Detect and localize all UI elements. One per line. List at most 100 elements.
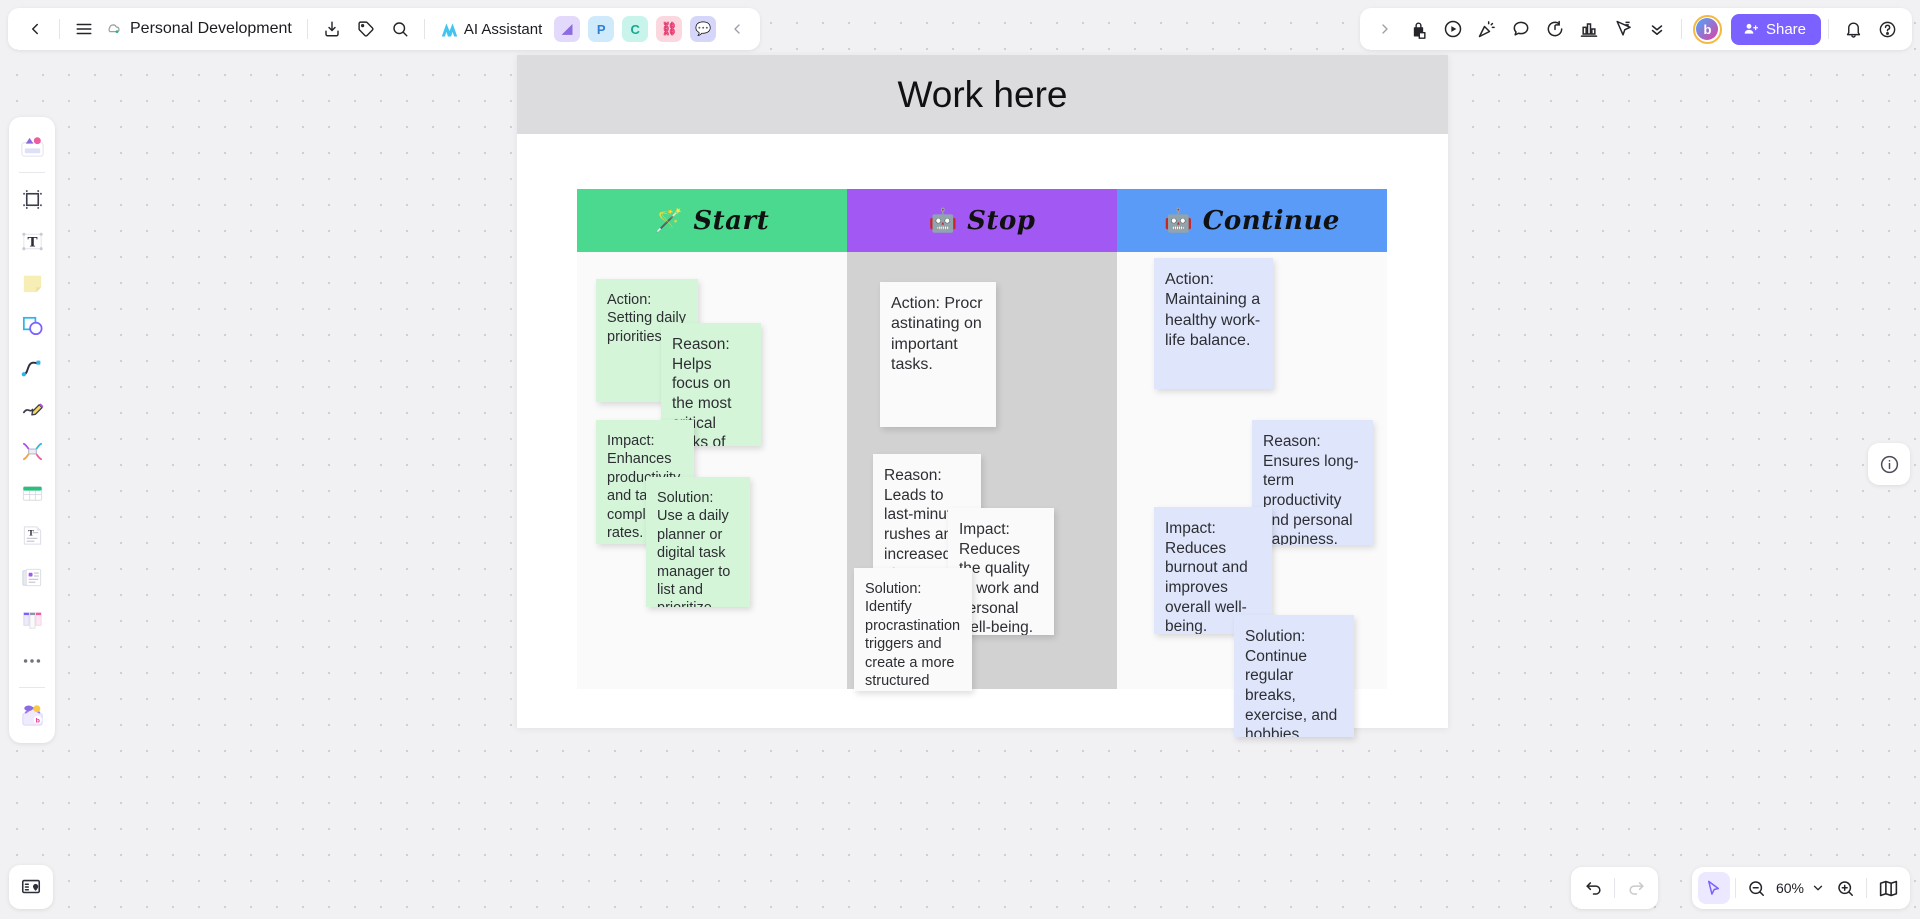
info-circle-button[interactable] — [1868, 443, 1910, 485]
play-circle-icon[interactable] — [1436, 12, 1470, 46]
left-tool-rail: T T b — [9, 117, 55, 743]
avatar-initial: b — [1696, 18, 1719, 40]
avatar[interactable]: b — [1692, 14, 1722, 44]
zoom-dropdown-button[interactable] — [1807, 872, 1829, 904]
sticky-note[interactable]: Solution: Identify procrastination trigg… — [854, 568, 972, 691]
pen-draw-icon[interactable] — [13, 389, 51, 429]
robot-face-emoji: 🤖 — [1164, 207, 1193, 233]
collapse-toolbar-button[interactable] — [720, 12, 754, 46]
undo-redo-group — [1571, 867, 1658, 909]
divider — [1866, 878, 1867, 898]
robot-dizzy-emoji: 🤖 — [928, 207, 958, 233]
column-header-start: 🪄 Start — [577, 189, 847, 252]
magic-wand-emoji: 🪄 — [654, 207, 684, 233]
ai-assistant-button[interactable]: AI Assistant — [432, 12, 550, 46]
cursor-flag-icon[interactable] — [1606, 12, 1640, 46]
templates-icon[interactable] — [13, 126, 51, 166]
share-person-icon — [1743, 21, 1759, 37]
kanban-icon[interactable] — [13, 599, 51, 639]
chevron-double-down-icon[interactable] — [1640, 12, 1674, 46]
column-header-stop: 🤖 Stop — [847, 189, 1117, 252]
zoom-level-label[interactable]: 60% — [1773, 880, 1807, 896]
shapes-icon[interactable] — [13, 305, 51, 345]
zoom-in-button[interactable] — [1829, 872, 1861, 904]
divider — [59, 19, 60, 39]
board-grid: 🪄 Start Action: Setting daily priorities. R… — [577, 189, 1387, 737]
presentation-applet[interactable]: P — [588, 16, 615, 42]
divider — [1828, 19, 1829, 39]
table-icon[interactable] — [13, 473, 51, 513]
expand-toolbar-button[interactable] — [1368, 12, 1402, 46]
search-button[interactable] — [383, 12, 417, 46]
download-button[interactable] — [315, 12, 349, 46]
document-title-button[interactable]: Personal Development — [101, 12, 300, 46]
comment-applet[interactable]: 💬 — [690, 16, 717, 42]
divider — [423, 19, 425, 39]
presentation-location-button[interactable] — [9, 865, 53, 909]
upload-media-icon[interactable]: b — [13, 694, 51, 734]
column-body-continue[interactable]: Action: Maintaining a healthy work-life … — [1117, 252, 1387, 737]
board-frame[interactable]: Work here 🪄 Start Action: Setting daily pr… — [517, 55, 1448, 737]
timer-icon[interactable] — [1538, 12, 1572, 46]
app-root: Work here 🪄 Start Action: Setting daily pr… — [0, 0, 1920, 919]
board-column-stop[interactable]: 🤖 Stop Action: Procr astinating on importa… — [847, 189, 1117, 691]
top-toolbar: Personal Development AI Assistant ◢ P C ⛓ 💬 — [8, 8, 761, 50]
hamburger-menu-button[interactable] — [67, 12, 101, 46]
divider — [1734, 878, 1736, 898]
share-label: Share — [1765, 20, 1806, 38]
party-popper-icon[interactable] — [1470, 12, 1504, 46]
divider — [1680, 19, 1682, 39]
board-header-title: Work here — [897, 73, 1068, 115]
board-column-continue[interactable]: 🤖 Continue Action: Maintaining a healthy w… — [1117, 189, 1387, 737]
help-circle-icon[interactable] — [1870, 12, 1904, 46]
applet-group: ◢ P C ⛓ 💬 — [550, 16, 720, 42]
board-header: Work here — [517, 55, 1448, 134]
divider — [19, 172, 45, 173]
text-icon[interactable]: T — [13, 221, 51, 261]
minimap-button[interactable] — [1872, 872, 1904, 904]
notification-bell-icon[interactable] — [1836, 12, 1870, 46]
image-applet[interactable]: ◢ — [554, 16, 581, 42]
document-icon[interactable]: T — [13, 515, 51, 555]
tag-button[interactable] — [349, 12, 383, 46]
sticky-note[interactable]: Action: Procr astinating on important ta… — [880, 282, 996, 427]
sticky-note[interactable]: Solution: Use a daily planner or digital… — [646, 477, 750, 607]
svg-text:b: b — [35, 717, 40, 724]
divider — [306, 19, 308, 39]
column-body-stop[interactable]: Action: Procr astinating on important ta… — [847, 252, 1117, 691]
share-button[interactable]: Share — [1730, 13, 1821, 45]
network-applet[interactable]: ⛓ — [656, 16, 683, 42]
board-column-start[interactable]: 🪄 Start Action: Setting daily priorities. R… — [577, 189, 847, 689]
redo-button[interactable] — [1620, 872, 1652, 904]
svg-text:T: T — [27, 234, 37, 250]
frame-icon[interactable] — [13, 179, 51, 219]
column-header-label: Stop — [967, 205, 1036, 236]
mindmap-applet[interactable]: C — [622, 16, 649, 42]
column-header-continue: 🤖 Continue — [1117, 189, 1387, 252]
sticky-note[interactable]: Solution: Continue regular breaks, exerc… — [1234, 615, 1354, 737]
sticky-note[interactable]: Action: Maintaining a healthy work-life … — [1154, 258, 1273, 389]
zoom-out-button[interactable] — [1741, 872, 1773, 904]
card-stack-icon[interactable] — [13, 557, 51, 597]
column-header-label: Continue — [1202, 205, 1340, 236]
undo-button[interactable] — [1577, 872, 1609, 904]
ai-sparkle-icon — [440, 21, 459, 38]
right-toolbar: b Share — [1359, 8, 1912, 50]
connector-line-icon[interactable] — [13, 347, 51, 387]
cursor-select-button[interactable] — [1697, 872, 1730, 904]
mind-map-icon[interactable] — [13, 431, 51, 471]
ai-assistant-label: AI Assistant — [463, 20, 543, 38]
more-options-icon[interactable] — [13, 641, 51, 681]
divider — [19, 687, 45, 688]
vote-chart-icon[interactable] — [1572, 12, 1606, 46]
zoom-control-group: 60% — [1691, 867, 1910, 909]
back-button[interactable] — [18, 12, 52, 46]
document-title-text: Personal Development — [130, 20, 292, 37]
column-body-start[interactable]: Action: Setting daily priorities. Reason:… — [577, 252, 847, 689]
lock-note-icon[interactable] — [1402, 12, 1436, 46]
divider — [1614, 878, 1615, 898]
column-header-label: Start — [693, 205, 770, 236]
sticky-note-icon[interactable] — [13, 263, 51, 303]
cloud-sync-icon — [105, 21, 122, 38]
comment-bubble-icon[interactable] — [1504, 12, 1538, 46]
